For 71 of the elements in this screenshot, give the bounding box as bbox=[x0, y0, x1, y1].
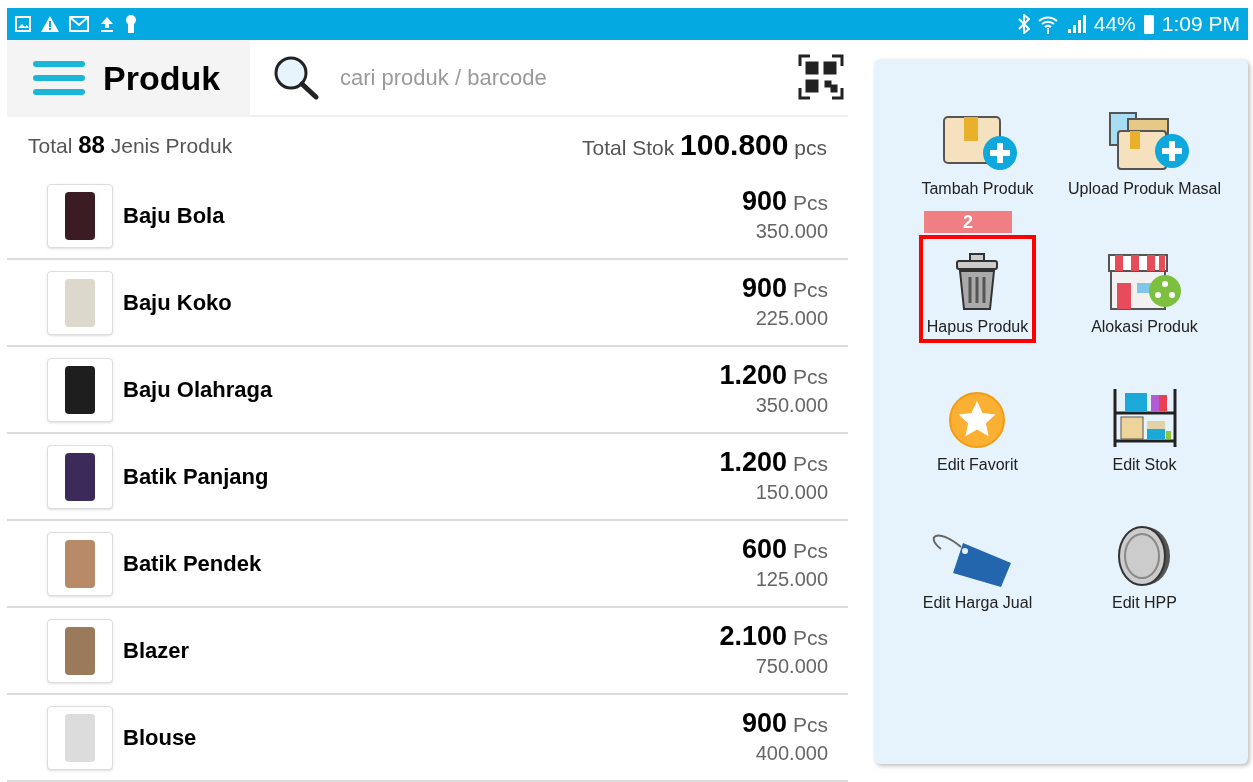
quantity-unit: Pcs bbox=[793, 450, 828, 477]
product-name: Baju Olahraga bbox=[123, 376, 273, 404]
warning-icon bbox=[41, 16, 59, 32]
product-row[interactable]: Batik Pendek 600 Pcs 125.000 bbox=[7, 521, 848, 608]
product-name: Blouse bbox=[123, 724, 197, 752]
battery-percent: 44% bbox=[1093, 11, 1136, 38]
product-name: Blazer bbox=[123, 637, 190, 665]
product-price: 750.000 bbox=[755, 653, 828, 679]
action-button[interactable]: Upload Produk Masal bbox=[1060, 97, 1229, 205]
signal-icon bbox=[1065, 15, 1086, 33]
photo-placeholder bbox=[65, 713, 95, 762]
product-name: Baju Koko bbox=[123, 289, 232, 317]
product-quantity: 1.200 bbox=[719, 447, 787, 476]
product-quantity: 900 bbox=[741, 186, 787, 215]
product-price: 225.000 bbox=[755, 305, 828, 331]
quantity-unit: Pcs bbox=[793, 363, 828, 390]
action-button[interactable]: Hapus Produk bbox=[918, 235, 1037, 343]
quantity-unit: Pcs bbox=[793, 189, 828, 216]
action-button[interactable]: Alokasi Produk bbox=[1083, 235, 1206, 343]
quantity-unit: Pcs bbox=[793, 276, 828, 303]
page-title: Produk bbox=[103, 57, 221, 99]
product-price: 350.000 bbox=[755, 392, 828, 418]
photo-placeholder bbox=[65, 626, 95, 675]
coin-icon bbox=[1116, 525, 1173, 587]
photo-placeholder bbox=[65, 191, 95, 240]
search-field[interactable]: cari produk / barcode bbox=[340, 60, 798, 94]
product-price: 150.000 bbox=[755, 479, 828, 505]
product-quantity: 2.100 bbox=[719, 621, 787, 650]
keyhole-icon bbox=[125, 15, 137, 33]
product-price: 125.000 bbox=[755, 566, 828, 592]
product-price: 350.000 bbox=[755, 218, 828, 244]
photo-placeholder bbox=[65, 365, 95, 414]
product-row[interactable]: Blouse 900 Pcs 400.000 bbox=[7, 695, 848, 782]
upload-icon bbox=[99, 16, 115, 32]
product-quantity: 1.200 bbox=[719, 360, 787, 389]
product-quantity: 900 bbox=[741, 273, 787, 302]
product-row[interactable]: Baju Koko 900 Pcs 225.000 bbox=[7, 260, 848, 347]
total-stock-text: Total Stok 100.800 pcs bbox=[581, 127, 827, 164]
action-button[interactable]: Edit HPP bbox=[1104, 511, 1185, 619]
image-icon bbox=[15, 16, 31, 32]
photo-placeholder bbox=[65, 278, 95, 327]
qr-code-icon[interactable] bbox=[798, 54, 844, 101]
shelf-icon bbox=[1112, 387, 1177, 449]
product-name: Baju Bola bbox=[123, 202, 225, 230]
bluetooth-icon bbox=[1017, 14, 1030, 34]
battery-icon bbox=[1143, 14, 1154, 34]
product-row[interactable]: Blazer 2.100 Pcs 750.000 bbox=[7, 608, 848, 695]
wifi-icon bbox=[1037, 14, 1058, 34]
action-button[interactable]: Edit Favorit bbox=[929, 373, 1026, 481]
photo-placeholder bbox=[65, 539, 95, 588]
product-row[interactable]: Baju Bola 900 Pcs 350.000 bbox=[7, 173, 848, 260]
product-row[interactable]: Batik Panjang 1.200 Pcs 150.000 bbox=[7, 434, 848, 521]
product-price: 400.000 bbox=[755, 740, 828, 766]
product-name: Batik Panjang bbox=[123, 463, 269, 491]
search-icon[interactable] bbox=[272, 54, 320, 101]
quantity-unit: Pcs bbox=[793, 537, 828, 564]
total-products-text: Total 88 Jenis Produk bbox=[28, 129, 233, 160]
mail-icon bbox=[69, 16, 89, 32]
action-button[interactable]: Edit Harga Jual bbox=[914, 511, 1041, 619]
step-number-badge: 2 bbox=[924, 211, 1012, 233]
quantity-unit: Pcs bbox=[793, 624, 828, 651]
product-row[interactable]: Baju Olahraga 1.200 Pcs 350.000 bbox=[7, 347, 848, 434]
clock-time: 1:09 PM bbox=[1161, 11, 1240, 38]
action-button[interactable]: Edit Stok bbox=[1104, 373, 1185, 481]
trash-can-icon bbox=[955, 253, 1000, 311]
product-quantity: 600 bbox=[741, 534, 787, 563]
action-button[interactable]: Tambah Produk bbox=[913, 97, 1042, 205]
product-quantity: 900 bbox=[741, 708, 787, 737]
product-name: Batik Pendek bbox=[123, 550, 262, 578]
quantity-unit: Pcs bbox=[793, 711, 828, 738]
photo-placeholder bbox=[65, 452, 95, 501]
